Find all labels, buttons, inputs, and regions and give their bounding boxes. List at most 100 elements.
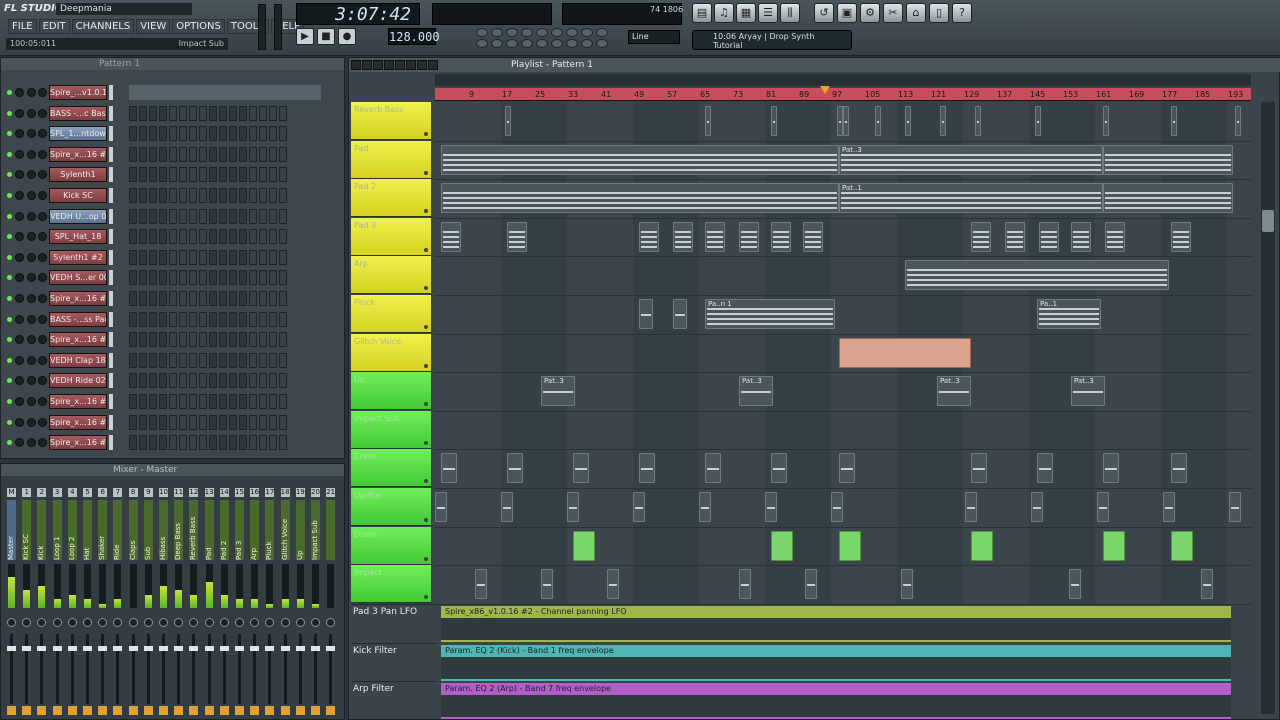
- record-button[interactable]: ●: [338, 28, 356, 45]
- pattern-clip[interactable]: Pa..n 1: [705, 299, 835, 329]
- step-button[interactable]: [259, 373, 267, 389]
- step-button[interactable]: [219, 126, 227, 142]
- step-button[interactable]: [189, 126, 197, 142]
- mixer-strip-label[interactable]: Impact Sub: [311, 500, 320, 560]
- pan-knob[interactable]: [37, 618, 47, 627]
- mixer-strip[interactable]: 7 Ride: [113, 478, 123, 718]
- step-button[interactable]: [249, 311, 257, 327]
- step-button[interactable]: [159, 270, 167, 286]
- step-button[interactable]: [279, 167, 287, 183]
- option-toggle[interactable]: [506, 28, 518, 37]
- mixer-strip[interactable]: 3 Loop 1: [52, 478, 62, 718]
- send-slot[interactable]: [143, 706, 153, 715]
- pattern-clip[interactable]: [1171, 106, 1177, 136]
- mixer-strip[interactable]: 11 Deep Bass: [174, 478, 184, 718]
- option-toggle[interactable]: [566, 28, 578, 37]
- channel-select-bar[interactable]: [109, 373, 113, 389]
- pattern-clip[interactable]: [505, 106, 511, 136]
- fader-handle[interactable]: [37, 646, 47, 651]
- mixer-strip-label[interactable]: Kick SC: [22, 500, 32, 560]
- step-button[interactable]: [249, 249, 257, 265]
- step-button[interactable]: [179, 229, 187, 245]
- slice-tool-icon[interactable]: [395, 60, 405, 70]
- automation-track-header[interactable]: Kick Filter: [351, 642, 437, 681]
- channel-select-bar[interactable]: [109, 249, 113, 265]
- automation-track-header[interactable]: Pad 3 Pan LFO: [351, 604, 437, 642]
- pan-knob[interactable]: [143, 618, 153, 627]
- option-toggle[interactable]: [581, 28, 593, 37]
- step-button[interactable]: [229, 188, 237, 203]
- automation-clip-header[interactable]: Param. EQ 2 (Arp) - Band 7 freq envelope: [441, 683, 1231, 696]
- pan-knob[interactable]: [27, 417, 36, 427]
- step-button[interactable]: [139, 394, 147, 409]
- step-button[interactable]: [169, 373, 177, 389]
- option-toggle[interactable]: [566, 38, 578, 48]
- volume-fader[interactable]: [10, 634, 13, 704]
- step-button[interactable]: [259, 352, 267, 368]
- step-button[interactable]: [209, 146, 217, 162]
- channel-row[interactable]: Spire_...v1.0.16: [5, 84, 341, 102]
- step-button[interactable]: [249, 291, 257, 306]
- send-slot[interactable]: [83, 706, 92, 715]
- mixer-strip[interactable]: 10 Hibass: [159, 478, 168, 718]
- step-button[interactable]: [239, 414, 247, 430]
- pattern-clip[interactable]: [1037, 453, 1053, 484]
- pan-knob[interactable]: [27, 108, 36, 118]
- step-button[interactable]: [149, 373, 157, 389]
- channel-select-bar[interactable]: [109, 188, 113, 203]
- volume-fader[interactable]: [177, 634, 181, 704]
- channel-active-led[interactable]: [7, 172, 12, 178]
- channel-name-button[interactable]: BASS -...ss Pad: [49, 311, 107, 327]
- option-toggle[interactable]: [551, 28, 563, 37]
- mute-button[interactable]: [15, 149, 24, 159]
- fader-handle[interactable]: [128, 646, 138, 651]
- step-button[interactable]: [129, 435, 137, 451]
- mute-button[interactable]: [15, 335, 24, 345]
- step-button[interactable]: [149, 435, 157, 451]
- mute-button[interactable]: [15, 273, 24, 283]
- channel-row[interactable]: Spire_x...16 #7: [5, 434, 341, 452]
- step-button[interactable]: [269, 105, 277, 121]
- step-button[interactable]: [189, 270, 197, 286]
- step-button[interactable]: [219, 394, 227, 409]
- step-button[interactable]: [249, 270, 257, 286]
- step-sequencer[interactable]: [129, 105, 287, 121]
- track-mute-led[interactable]: [424, 247, 428, 252]
- channel-row[interactable]: Spire_x...16 #3: [5, 146, 341, 164]
- pattern-clip[interactable]: [831, 492, 843, 522]
- step-button[interactable]: [249, 435, 257, 451]
- pattern-clip[interactable]: [633, 492, 645, 522]
- step-button[interactable]: [149, 352, 157, 368]
- fader-handle[interactable]: [159, 646, 168, 651]
- option-toggle[interactable]: [491, 28, 503, 37]
- step-button[interactable]: [229, 373, 237, 389]
- step-button[interactable]: [209, 311, 217, 327]
- step-button[interactable]: [159, 291, 167, 306]
- pan-knob[interactable]: [27, 252, 36, 262]
- tools-icon[interactable]: ✂: [883, 3, 903, 23]
- step-button[interactable]: [149, 146, 157, 162]
- step-button[interactable]: [139, 270, 147, 286]
- channel-row[interactable]: Sylenth1: [5, 166, 341, 184]
- step-button[interactable]: [219, 167, 227, 183]
- step-button[interactable]: [219, 105, 227, 121]
- step-button[interactable]: [229, 332, 237, 348]
- step-button[interactable]: [239, 126, 247, 142]
- mixer-strip[interactable]: 9 Sub: [143, 478, 153, 718]
- volume-knob[interactable]: [38, 294, 47, 303]
- step-button[interactable]: [179, 332, 187, 348]
- step-button[interactable]: [139, 332, 147, 348]
- volume-fader[interactable]: [101, 634, 105, 704]
- step-button[interactable]: [259, 167, 267, 183]
- mixer-strip-label[interactable]: [326, 500, 336, 560]
- step-button[interactable]: [199, 352, 207, 368]
- channel-row[interactable]: BASS -...c Bass: [5, 105, 341, 123]
- volume-fader[interactable]: [162, 634, 165, 704]
- step-button[interactable]: [239, 167, 247, 183]
- track-header[interactable]: Up: [351, 372, 431, 411]
- step-button[interactable]: [159, 249, 167, 265]
- pattern-clip[interactable]: [639, 453, 655, 484]
- track-header[interactable]: Glitch Voice: [351, 333, 431, 372]
- channel-select-bar[interactable]: [109, 146, 113, 162]
- mixer-strip-label[interactable]: Sub: [143, 500, 153, 560]
